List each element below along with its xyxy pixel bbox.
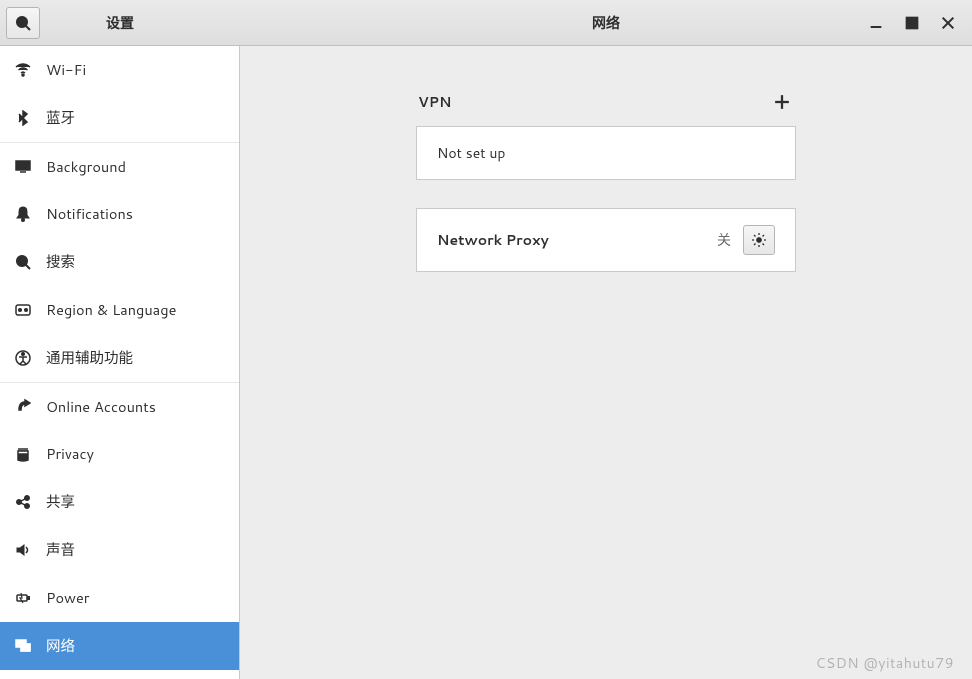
sidebar-item-label: Privacy bbox=[46, 443, 94, 464]
sidebar-item-power[interactable]: Power bbox=[0, 574, 239, 622]
sidebar: Wi-Fi 蓝牙 Background Notifications 搜索 Reg… bbox=[0, 46, 240, 679]
proxy-panel: Network Proxy 关 bbox=[416, 208, 796, 272]
vpn-header: VPN bbox=[416, 90, 796, 114]
privacy-icon bbox=[14, 445, 32, 463]
power-icon bbox=[14, 589, 32, 607]
sidebar-item-label: 声音 bbox=[46, 539, 75, 560]
sidebar-item-region[interactable]: Region & Language bbox=[0, 286, 239, 334]
sidebar-item-label: 搜索 bbox=[46, 251, 75, 272]
region-icon bbox=[14, 301, 32, 319]
proxy-title: Network Proxy bbox=[437, 230, 705, 250]
network-icon bbox=[14, 637, 32, 655]
sidebar-item-privacy[interactable]: Privacy bbox=[0, 430, 239, 478]
wifi-icon bbox=[14, 61, 32, 79]
window-controls bbox=[858, 0, 966, 45]
sidebar-item-label: Power bbox=[46, 587, 89, 608]
content-area: VPN Not set up Network Proxy 关 bbox=[240, 46, 972, 679]
proxy-state: 关 bbox=[717, 230, 731, 250]
vpn-panel: Not set up bbox=[416, 126, 796, 180]
sidebar-item-label: Background bbox=[46, 156, 126, 177]
search-icon bbox=[14, 253, 32, 271]
plus-icon bbox=[774, 94, 790, 110]
sidebar-item-online-accounts[interactable]: Online Accounts bbox=[0, 382, 239, 430]
gear-icon bbox=[751, 232, 767, 248]
maximize-icon bbox=[904, 15, 920, 31]
vpn-status-text: Not set up bbox=[437, 143, 775, 163]
sidebar-item-sound[interactable]: 声音 bbox=[0, 526, 239, 574]
proxy-settings-button[interactable] bbox=[743, 225, 775, 255]
vpn-section: VPN Not set up bbox=[416, 90, 796, 180]
sidebar-item-background[interactable]: Background bbox=[0, 142, 239, 190]
search-button[interactable] bbox=[6, 7, 40, 39]
sidebar-item-label: 网络 bbox=[46, 635, 75, 656]
bell-icon bbox=[14, 205, 32, 223]
settings-window: 设置 网络 Wi-Fi 蓝牙 bbox=[0, 0, 972, 679]
sidebar-item-bluetooth[interactable]: 蓝牙 bbox=[0, 94, 239, 142]
body: Wi-Fi 蓝牙 Background Notifications 搜索 Reg… bbox=[0, 46, 972, 679]
sidebar-item-wifi[interactable]: Wi-Fi bbox=[0, 46, 239, 94]
minimize-button[interactable] bbox=[858, 0, 894, 46]
sidebar-item-sharing[interactable]: 共享 bbox=[0, 478, 239, 526]
sidebar-item-label: 蓝牙 bbox=[46, 107, 75, 128]
close-icon bbox=[940, 15, 956, 31]
vpn-status-row[interactable]: Not set up bbox=[417, 127, 795, 179]
close-button[interactable] bbox=[930, 0, 966, 46]
add-vpn-button[interactable] bbox=[770, 90, 794, 114]
minimize-icon bbox=[868, 15, 884, 31]
search-icon bbox=[15, 15, 31, 31]
sidebar-item-notifications[interactable]: Notifications bbox=[0, 190, 239, 238]
sidebar-item-label: 通用辅助功能 bbox=[46, 347, 133, 368]
sidebar-item-label: Region & Language bbox=[46, 299, 176, 320]
sidebar-item-label: Wi-Fi bbox=[46, 59, 86, 80]
titlebar: 设置 网络 bbox=[0, 0, 972, 46]
sound-icon bbox=[14, 541, 32, 559]
vpn-title: VPN bbox=[418, 92, 451, 112]
proxy-row[interactable]: Network Proxy 关 bbox=[417, 209, 795, 271]
sidebar-item-network[interactable]: 网络 bbox=[0, 622, 239, 670]
sidebar-item-label: 共享 bbox=[46, 491, 75, 512]
sidebar-item-accessibility[interactable]: 通用辅助功能 bbox=[0, 334, 239, 382]
bluetooth-icon bbox=[14, 109, 32, 127]
sidebar-item-label: Notifications bbox=[46, 203, 133, 224]
background-icon bbox=[14, 157, 32, 175]
sharing-icon bbox=[14, 493, 32, 511]
titlebar-left: 设置 bbox=[0, 0, 240, 45]
accessibility-icon bbox=[14, 349, 32, 367]
sidebar-item-search[interactable]: 搜索 bbox=[0, 238, 239, 286]
online-accounts-icon bbox=[14, 397, 32, 415]
proxy-section: Network Proxy 关 bbox=[416, 208, 796, 272]
sidebar-item-label: Online Accounts bbox=[46, 396, 156, 417]
maximize-button[interactable] bbox=[894, 0, 930, 46]
